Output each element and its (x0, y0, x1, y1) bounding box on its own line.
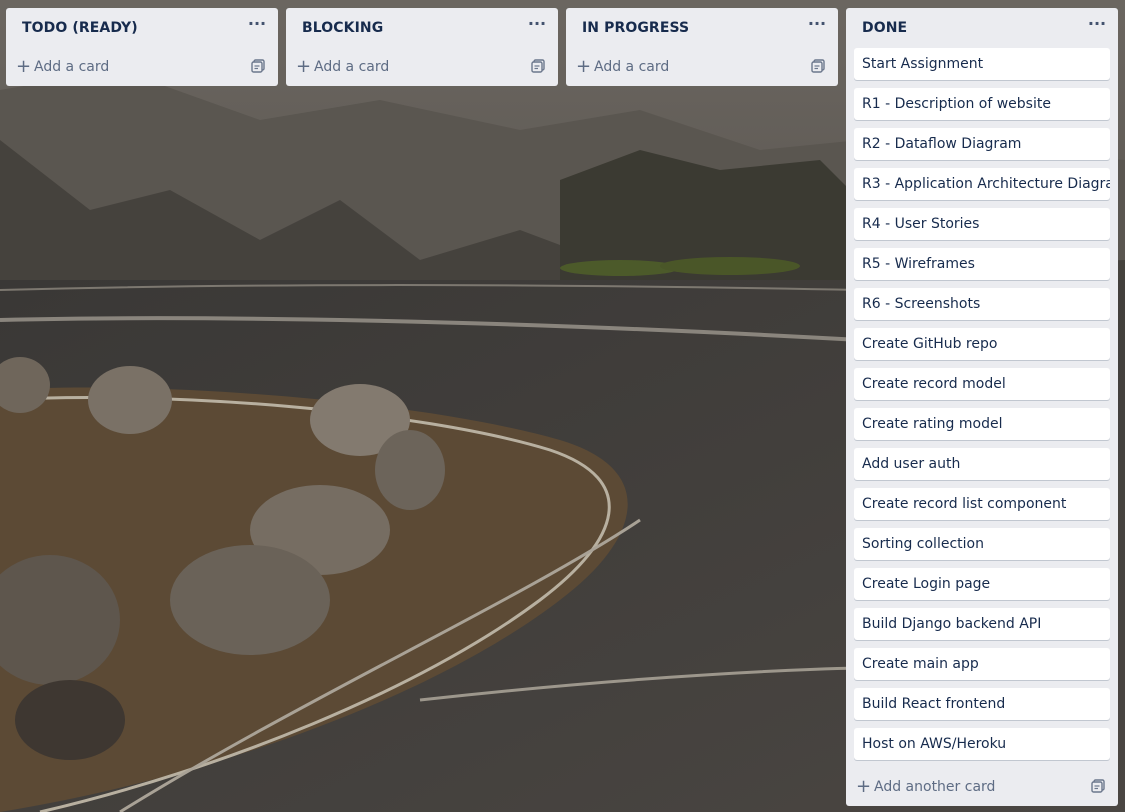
list-header: BLOCKING ··· (286, 8, 558, 48)
card-template-icon[interactable] (530, 58, 546, 74)
card[interactable]: Create Login page (854, 568, 1110, 600)
list-header: DONE ··· (846, 8, 1118, 48)
plus-icon: + (576, 56, 592, 77)
list-title[interactable]: TODO (READY) (22, 20, 138, 36)
card-template-icon[interactable] (250, 58, 266, 74)
card[interactable]: Sorting collection (854, 528, 1110, 560)
card[interactable]: Add user auth (854, 448, 1110, 480)
list-title[interactable]: BLOCKING (302, 20, 383, 36)
plus-icon: + (296, 56, 312, 77)
list-blocking: BLOCKING ··· + Add a card (286, 8, 558, 86)
more-icon[interactable]: ··· (246, 14, 268, 40)
card[interactable]: R5 - Wireframes (854, 248, 1110, 280)
card[interactable]: Start Assignment (854, 48, 1110, 80)
list-header: TODO (READY) ··· (6, 8, 278, 48)
add-another-card-button[interactable]: + Add another card (856, 774, 995, 800)
more-icon[interactable]: ··· (806, 14, 828, 40)
add-card-row: + Add a card (14, 48, 270, 86)
add-card-row: + Add a card (294, 48, 550, 86)
list-title[interactable]: IN PROGRESS (582, 20, 689, 36)
card[interactable]: Create rating model (854, 408, 1110, 440)
card[interactable]: Build React frontend (854, 688, 1110, 720)
plus-icon: + (16, 56, 32, 77)
add-card-row: + Add another card (854, 768, 1110, 806)
add-card-label: Add a card (314, 59, 390, 75)
list-done: DONE ··· Start Assignment R1 - Descripti… (846, 8, 1118, 806)
add-card-button[interactable]: + Add a card (576, 54, 669, 80)
list-title[interactable]: DONE (862, 20, 907, 36)
add-card-label: Add a card (594, 59, 670, 75)
card[interactable]: Host on AWS/Heroku (854, 728, 1110, 760)
add-card-button[interactable]: + Add a card (16, 54, 109, 80)
add-card-label: Add a card (34, 59, 110, 75)
card[interactable]: Create record model (854, 368, 1110, 400)
card[interactable]: Create GitHub repo (854, 328, 1110, 360)
card[interactable]: Build Django backend API (854, 608, 1110, 640)
more-icon[interactable]: ··· (526, 14, 548, 40)
card-template-icon[interactable] (1090, 778, 1106, 794)
card[interactable]: Create record list component (854, 488, 1110, 520)
add-card-button[interactable]: + Add a card (296, 54, 389, 80)
board: TODO (READY) ··· + Add a card BLOCKING ··… (0, 0, 1125, 812)
plus-icon: + (856, 776, 872, 797)
card[interactable]: R6 - Screenshots (854, 288, 1110, 320)
card[interactable]: R4 - User Stories (854, 208, 1110, 240)
list-in-progress: IN PROGRESS ··· + Add a card (566, 8, 838, 86)
more-icon[interactable]: ··· (1086, 14, 1108, 40)
add-card-row: + Add a card (574, 48, 830, 86)
add-card-label: Add another card (874, 779, 996, 795)
list-todo-ready: TODO (READY) ··· + Add a card (6, 8, 278, 86)
card[interactable]: R2 - Dataflow Diagram (854, 128, 1110, 160)
card[interactable]: Create main app (854, 648, 1110, 680)
card-list: Start Assignment R1 - Description of web… (846, 48, 1118, 760)
card-template-icon[interactable] (810, 58, 826, 74)
list-header: IN PROGRESS ··· (566, 8, 838, 48)
card[interactable]: R1 - Description of website (854, 88, 1110, 120)
card[interactable]: R3 - Application Architecture Diagram (854, 168, 1110, 200)
